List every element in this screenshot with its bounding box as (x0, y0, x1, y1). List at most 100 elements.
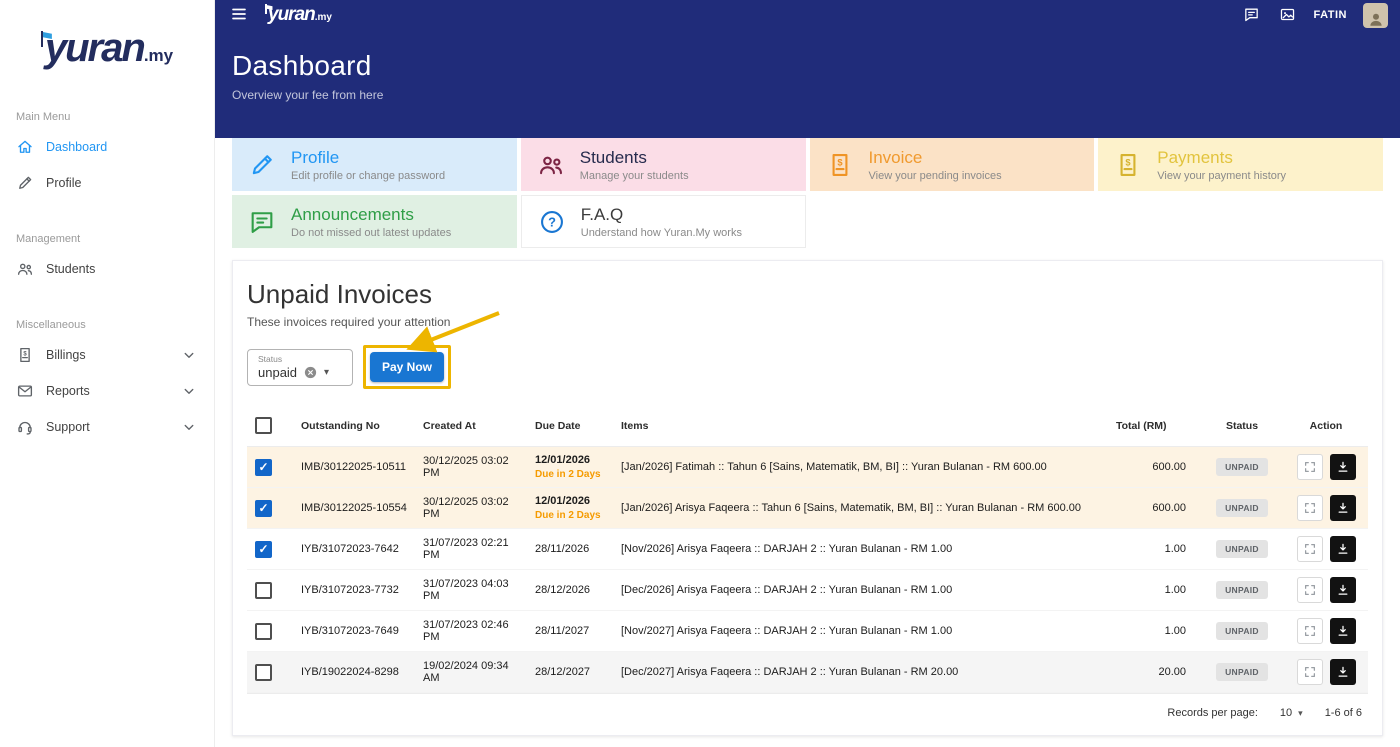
sidebar-item-label: Support (46, 420, 90, 434)
reports-icon (16, 382, 34, 400)
due-date: 28/11/2026 (535, 543, 605, 555)
col-due-date: Due Date (527, 405, 613, 447)
invoice-items: [Dec/2027] Arisya Faqeera :: DARJAH 2 ::… (613, 652, 1108, 693)
expand-button[interactable] (1297, 495, 1323, 521)
gallery-button[interactable] (1278, 5, 1298, 25)
people-icon (535, 149, 567, 181)
download-button[interactable] (1330, 454, 1356, 480)
download-icon (1336, 501, 1350, 515)
filter-value: unpaid (258, 365, 297, 380)
card-announcements[interactable]: Announcements Do not missed out latest u… (232, 195, 517, 248)
card-title: Profile (291, 148, 445, 168)
select-all-checkbox[interactable] (255, 417, 272, 434)
due-date: 28/12/2026 (535, 584, 605, 596)
chevron-down-icon[interactable] (180, 346, 198, 364)
download-button[interactable] (1330, 659, 1356, 685)
expand-button[interactable] (1297, 454, 1323, 480)
table-row: IMB/30122025-10554 30/12/2025 03:02 PM 1… (247, 488, 1368, 529)
download-button[interactable] (1330, 495, 1356, 521)
menu-button[interactable] (227, 3, 251, 27)
brand-name: yuran (45, 26, 144, 70)
invoice-items: [Jan/2026] Arisya Faqeera :: Tahun 6 [Sa… (613, 488, 1108, 529)
table-row: IMB/30122025-10511 30/12/2025 03:02 PM 1… (247, 447, 1368, 488)
chat-button[interactable] (1242, 5, 1262, 25)
sidebar-item-label: Billings (46, 348, 86, 362)
due-note: Due in 2 Days (535, 510, 605, 521)
pen-icon (16, 174, 34, 192)
sidebar-section-miscellaneous: Miscellaneous (0, 313, 214, 337)
shortcut-cards: Profile Edit profile or change password … (215, 138, 1400, 248)
records-per-page-value: 10 (1280, 707, 1292, 719)
expand-button[interactable] (1297, 536, 1323, 562)
row-checkbox[interactable] (255, 541, 272, 558)
table-row: IYB/31072023-7642 31/07/2023 02:21 PM 28… (247, 529, 1368, 570)
sidebar-section-management: Management (0, 227, 214, 251)
due-date: 28/11/2027 (535, 625, 605, 637)
sidebar-item-dashboard[interactable]: Dashboard (0, 129, 214, 165)
avatar[interactable] (1363, 3, 1388, 28)
status-badge: UNPAID (1216, 622, 1268, 640)
status-filter[interactable]: Status unpaid ▾ (247, 349, 353, 386)
card-students[interactable]: Students Manage your students (521, 138, 806, 191)
topbar-logo[interactable]: yuran.my (265, 4, 332, 26)
card-title: Invoice (869, 148, 1002, 168)
table-row: IYB/19022024-8298 19/02/2024 09:34 AM 28… (247, 652, 1368, 693)
unpaid-invoices-panel: Unpaid Invoices These invoices required … (232, 260, 1383, 736)
row-checkbox[interactable] (255, 664, 272, 681)
expand-button[interactable] (1297, 618, 1323, 644)
chevron-down-icon[interactable] (180, 418, 198, 436)
expand-button[interactable] (1297, 659, 1323, 685)
brand-suffix: .my (315, 12, 332, 23)
pay-now-button[interactable]: Pay Now (370, 352, 444, 382)
outstanding-no: IMB/30122025-10554 (293, 488, 415, 529)
sidebar-item-reports[interactable]: Reports (0, 373, 214, 409)
invoice-total: 600.00 (1108, 447, 1200, 488)
support-icon (16, 418, 34, 436)
row-checkbox[interactable] (255, 500, 272, 517)
sidebar-item-label: Reports (46, 384, 90, 398)
chevron-down-icon[interactable] (180, 382, 198, 400)
pagination-range: 1-6 of 6 (1325, 707, 1362, 719)
sidebar-item-label: Dashboard (46, 140, 107, 154)
expand-button[interactable] (1297, 577, 1323, 603)
brand-suffix: .my (144, 46, 173, 65)
sidebar-item-profile[interactable]: Profile (0, 165, 214, 201)
card-profile[interactable]: Profile Edit profile or change password (232, 138, 517, 191)
outstanding-no: IMB/30122025-10511 (293, 447, 415, 488)
card-invoice[interactable]: Invoice View your pending invoices (810, 138, 1095, 191)
invoice-total: 600.00 (1108, 488, 1200, 529)
invoice-items: [Jan/2026] Fatimah :: Tahun 6 [Sains, Ma… (613, 447, 1108, 488)
sidebar-item-support[interactable]: Support (0, 409, 214, 445)
row-checkbox[interactable] (255, 623, 272, 640)
invoice-total: 1.00 (1108, 529, 1200, 570)
download-icon (1336, 542, 1350, 556)
sidebar-logo[interactable]: yuran.my (0, 0, 214, 79)
download-button[interactable] (1330, 618, 1356, 644)
app-root: yuran.my Main Menu Dashboard Profile Man… (0, 0, 1400, 747)
card-payments[interactable]: Payments View your payment history (1098, 138, 1383, 191)
outstanding-no: IYB/31072023-7732 (293, 570, 415, 611)
download-icon (1336, 460, 1350, 474)
records-per-page-select[interactable]: 10 ▾ (1280, 707, 1303, 719)
sidebar: yuran.my Main Menu Dashboard Profile Man… (0, 0, 215, 747)
question-icon (536, 206, 568, 238)
col-status: Status (1200, 405, 1284, 447)
card-faq[interactable]: F.A.Q Understand how Yuran.My works (521, 195, 806, 248)
sidebar-item-billings[interactable]: Billings (0, 337, 214, 373)
download-icon (1336, 624, 1350, 638)
row-checkbox[interactable] (255, 459, 272, 476)
status-badge: UNPAID (1216, 458, 1268, 476)
download-button[interactable] (1330, 536, 1356, 562)
status-badge: UNPAID (1216, 581, 1268, 599)
invoice-total: 1.00 (1108, 611, 1200, 652)
invoices-table: Outstanding No Created At Due Date Items… (247, 405, 1368, 693)
due-date: 28/12/2027 (535, 666, 605, 678)
row-checkbox[interactable] (255, 582, 272, 599)
chevron-down-icon[interactable]: ▾ (324, 367, 329, 378)
created-at: 30/12/2025 03:02 PM (415, 447, 527, 488)
download-button[interactable] (1330, 577, 1356, 603)
invoice-items: [Dec/2026] Arisya Faqeera :: DARJAH 2 ::… (613, 570, 1108, 611)
clear-filter-icon[interactable] (303, 365, 318, 380)
sidebar-item-students[interactable]: Students (0, 251, 214, 287)
sidebar-section-main-menu: Main Menu (0, 105, 214, 129)
